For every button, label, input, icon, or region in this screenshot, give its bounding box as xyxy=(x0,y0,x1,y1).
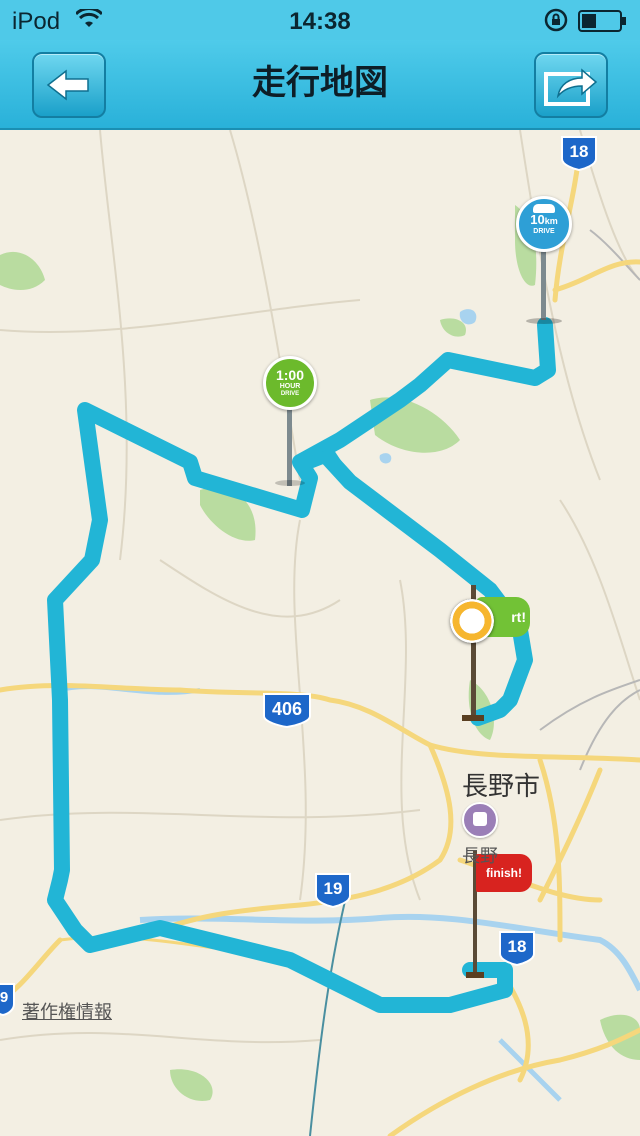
back-button[interactable] xyxy=(32,52,106,118)
time-value: 1:00 xyxy=(275,367,305,383)
arrow-left-icon xyxy=(46,69,89,101)
distance-value: 10 xyxy=(530,212,545,227)
navigation-bar: 走行地図 xyxy=(0,40,640,130)
battery-icon xyxy=(578,10,626,32)
status-bar: iPod 14:38 xyxy=(0,0,640,40)
share-icon xyxy=(544,68,598,106)
station-label: 長野 xyxy=(462,846,498,867)
rotation-lock-icon xyxy=(544,8,568,32)
route-shield-9: 9 xyxy=(0,982,16,1016)
finish-flag-label: finish! xyxy=(486,866,522,880)
time-badge: 1:00 HOUR DRIVE xyxy=(263,356,317,410)
stopwatch-icon xyxy=(450,599,494,643)
route-shield-406: 406 xyxy=(262,692,312,728)
start-flag-label: rt! xyxy=(511,609,526,625)
map-view[interactable]: 18 406 19 18 9 10km DRIVE 1:00 HOUR DRIV… xyxy=(0,130,640,1136)
marker-pole xyxy=(287,402,292,486)
time-line2: DRIVE xyxy=(280,391,300,397)
time-marker[interactable]: 1:00 HOUR DRIVE xyxy=(263,356,317,490)
distance-marker[interactable]: 10km DRIVE xyxy=(516,196,572,326)
route-shield-19: 19 xyxy=(314,872,352,908)
finish-marker[interactable]: finish! xyxy=(466,850,536,982)
distance-unit: km xyxy=(544,216,558,226)
marker-base xyxy=(466,972,484,978)
marker-base xyxy=(462,715,484,721)
city-label: 長野市 xyxy=(462,772,541,802)
copyright-link[interactable]: 著作権情報 xyxy=(22,998,112,1024)
time-line1: HOUR xyxy=(279,383,301,390)
distance-label: DRIVE xyxy=(533,228,555,235)
train-station-icon[interactable] xyxy=(462,802,498,838)
marker-shadow xyxy=(275,480,305,486)
share-button[interactable] xyxy=(534,52,608,118)
marker-pole xyxy=(541,244,546,320)
distance-badge: 10km DRIVE xyxy=(516,196,572,252)
marker-shadow xyxy=(526,318,562,324)
route-shield-18-top: 18 xyxy=(560,135,598,171)
start-marker[interactable]: rt! xyxy=(446,585,536,725)
